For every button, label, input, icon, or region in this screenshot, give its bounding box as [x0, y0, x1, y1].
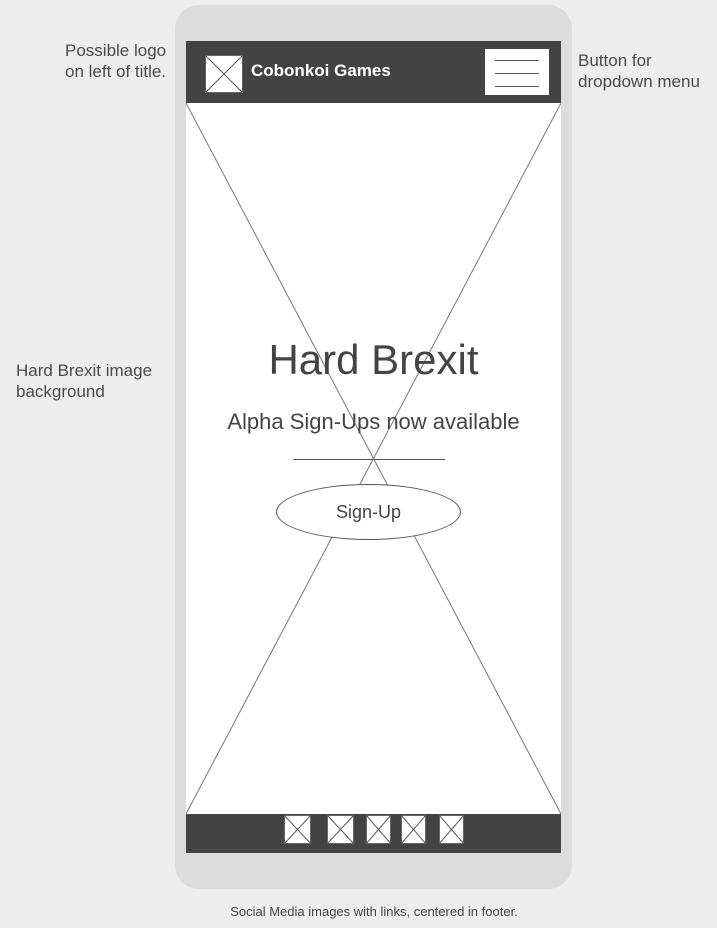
annotation-background-image: Hard Brexit image background: [16, 361, 153, 401]
hero-section: Hard Brexit Alpha Sign-Ups now available…: [186, 103, 561, 814]
hamburger-line-icon: [495, 86, 539, 87]
hero-title: Hard Brexit: [268, 336, 479, 383]
social-link-5-icon[interactable]: [439, 815, 464, 844]
dropdown-menu-button[interactable]: [485, 49, 549, 95]
hamburger-line-icon: [495, 60, 539, 61]
site-header: Cobonkoi Games: [186, 41, 561, 103]
social-link-3-icon[interactable]: [366, 815, 391, 844]
phone-screen: Cobonkoi Games Hard Brexit Alpha Sign-Up…: [186, 41, 561, 853]
annotation-menu: Button for dropdown menu: [578, 51, 700, 91]
site-title[interactable]: Cobonkoi Games: [251, 61, 391, 81]
hero-divider: [293, 459, 445, 460]
hamburger-line-icon: [495, 73, 539, 74]
signup-button[interactable]: Sign-Up: [276, 484, 461, 540]
social-link-4-icon[interactable]: [401, 815, 426, 844]
social-link-1-icon[interactable]: [284, 815, 311, 844]
logo-placeholder-icon[interactable]: [205, 55, 243, 93]
annotation-logo: Possible logo on left of title.: [65, 41, 167, 81]
site-footer: [186, 814, 561, 853]
social-link-2-icon[interactable]: [327, 815, 354, 844]
hero-subtitle: Alpha Sign-Ups now available: [227, 409, 520, 434]
annotation-footer: Social Media images with links, centered…: [230, 904, 518, 919]
